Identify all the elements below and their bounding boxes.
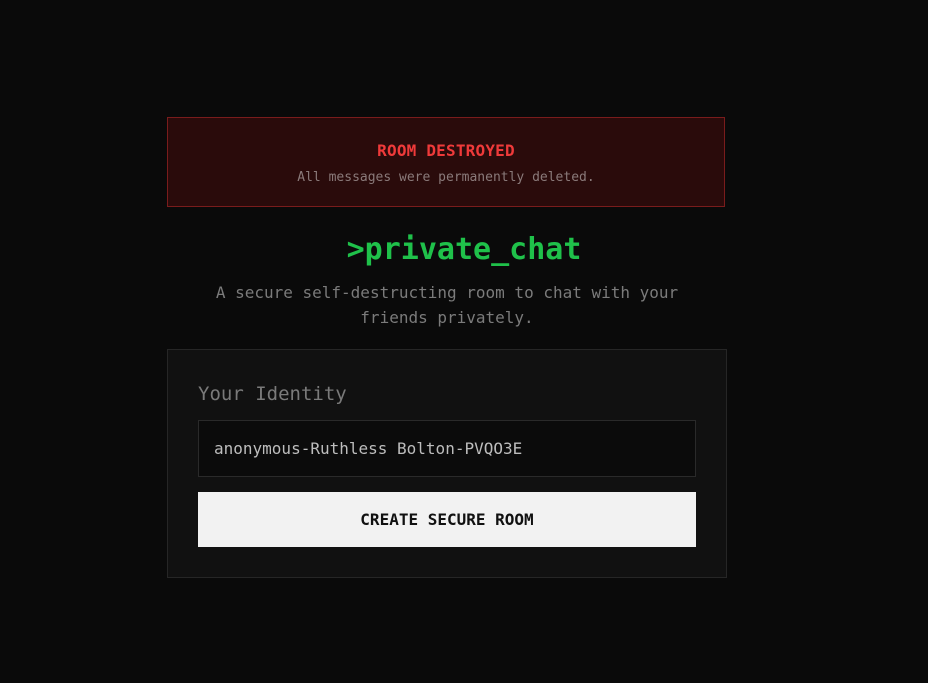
page: ROOM DESTROYED All messages were permane… (0, 0, 928, 683)
identity-input[interactable] (198, 420, 696, 477)
alert-title: ROOM DESTROYED (377, 141, 515, 160)
alert-message: All messages were permanently deleted. (297, 170, 595, 185)
create-room-card: Your Identity CREATE SECURE ROOM (167, 349, 727, 578)
create-secure-room-button[interactable]: CREATE SECURE ROOM (198, 492, 696, 547)
room-destroyed-alert: ROOM DESTROYED All messages were permane… (167, 117, 725, 207)
identity-label: Your Identity (198, 383, 347, 405)
tagline: A secure self-destructing room to chat w… (215, 283, 679, 327)
app-logo: >private_chat (346, 232, 582, 267)
